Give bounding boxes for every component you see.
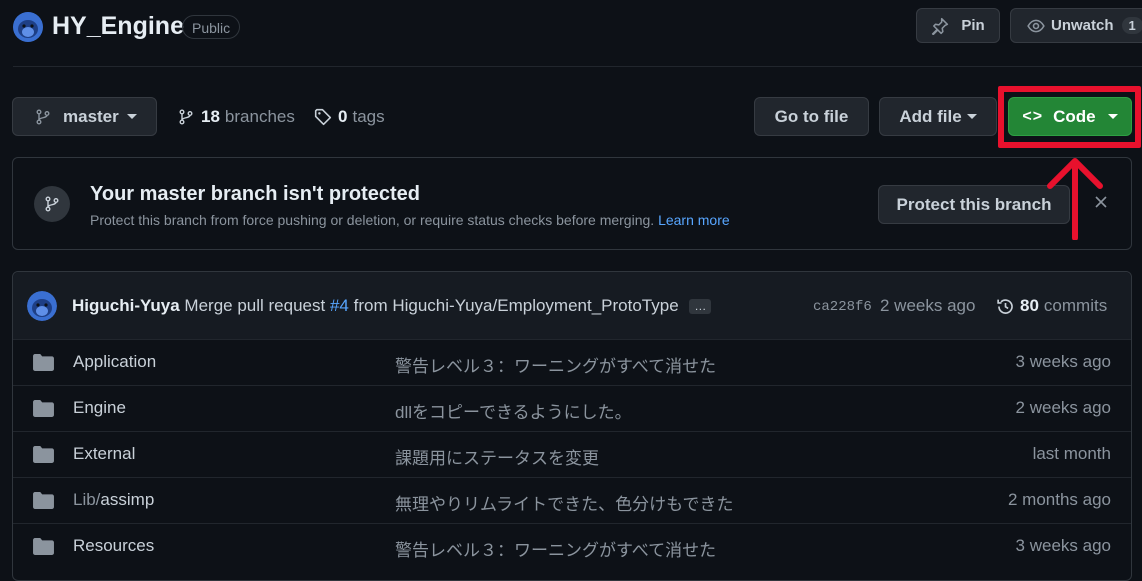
unwatch-label: Unwatch <box>1051 17 1114 34</box>
folder-icon <box>33 446 54 463</box>
go-to-file-button[interactable]: Go to file <box>754 97 869 136</box>
branch-name: master <box>63 106 119 126</box>
visibility-badge: Public <box>182 15 241 39</box>
file-name-link[interactable]: Application <box>73 352 156 372</box>
branch-protection-icon <box>34 186 70 222</box>
file-row[interactable]: Resources 警告レベル３：ワーニングがすべて消せた 3 weeks ag… <box>13 523 1131 569</box>
file-name-link[interactable]: Resources <box>73 536 154 556</box>
history-icon <box>997 298 1013 314</box>
repo-name[interactable]: HY_Engine <box>52 12 184 41</box>
commits-history-link[interactable]: 80 commits <box>996 296 1107 316</box>
file-commit-message[interactable]: 警告レベル３：ワーニングがすべて消せた <box>395 352 716 377</box>
branches-link[interactable]: 18 branches <box>178 107 295 127</box>
folder-icon <box>33 538 54 555</box>
tags-count: 0 <box>338 107 348 126</box>
add-file-button[interactable]: Add file <box>879 97 997 136</box>
file-path-prefix: Lib/ <box>73 490 101 509</box>
watch-count-badge: 1 <box>1121 17 1142 34</box>
folder-icon <box>33 492 54 509</box>
file-commit-age: 2 months ago <box>1007 490 1111 509</box>
commit-message-prefix[interactable]: Merge pull request <box>184 296 325 315</box>
pull-request-link[interactable]: #4 <box>330 296 349 315</box>
git-branch-icon <box>179 109 193 125</box>
banner-description: Protect this branch from force pushing o… <box>90 212 730 228</box>
banner-title: Your master branch isn't protected <box>90 183 421 205</box>
file-commit-age: 3 weeks ago <box>1015 536 1111 555</box>
repo-avatar[interactable] <box>13 12 43 42</box>
expand-commit-message-button[interactable]: … <box>689 299 712 315</box>
file-row[interactable]: Lib/assimp 無理やりリムライトできた、色分けもできた 2 months… <box>13 477 1131 523</box>
file-commit-message[interactable]: 無理やりリムライトできた、色分けもできた <box>395 490 733 515</box>
commit-author-link[interactable]: Higuchi-Yuya <box>72 296 180 315</box>
file-name-link[interactable]: Engine <box>73 398 126 418</box>
unwatch-button[interactable]: Unwatch 1 <box>1010 8 1142 43</box>
commit-sha-link[interactable]: ca228f6 <box>813 299 872 315</box>
file-row[interactable]: Engine dllをコピーできるようにした。 2 weeks ago <box>13 385 1131 431</box>
branches-label: branches <box>224 107 295 126</box>
file-commit-message[interactable]: 課題用にステータスを変更 <box>395 444 599 469</box>
gorilla-avatar-icon <box>27 291 57 321</box>
branch-select-button[interactable]: master <box>12 97 157 136</box>
file-path-leaf: assimp <box>100 490 155 509</box>
branches-count: 18 <box>201 107 220 126</box>
tags-label: tags <box>352 107 385 126</box>
add-file-label: Add file <box>899 106 962 126</box>
commit-message-line: Higuchi-Yuya Merge pull request #4 from … <box>72 296 712 316</box>
folder-icon <box>33 354 54 371</box>
eye-icon <box>1027 19 1045 32</box>
gorilla-avatar-icon <box>13 12 43 42</box>
tags-link[interactable]: 0 tags <box>314 107 385 127</box>
commits-count: 80 <box>1020 296 1039 315</box>
file-commit-age: 3 weeks ago <box>1015 352 1111 371</box>
folder-icon <box>33 400 54 417</box>
header-divider <box>13 66 1142 67</box>
commit-time[interactable]: 2 weeks ago <box>880 296 975 316</box>
protect-this-branch-button[interactable]: Protect this branch <box>878 185 1070 224</box>
annotation-arrow-icon <box>1047 158 1103 240</box>
chevron-down-icon <box>126 114 137 119</box>
commit-message-suffix[interactable]: from Higuchi-Yuya/Employment_ProtoType <box>354 296 679 315</box>
banner-description-text: Protect this branch from force pushing o… <box>90 212 655 228</box>
chevron-down-icon <box>966 114 977 119</box>
git-branch-icon <box>36 109 50 124</box>
file-name-link[interactable]: Lib/assimp <box>73 490 154 510</box>
file-name-link[interactable]: External <box>73 444 135 464</box>
pin-icon <box>932 17 949 35</box>
pin-label: Pin <box>961 17 985 34</box>
commits-label: commits <box>1043 296 1108 315</box>
learn-more-link[interactable]: Learn more <box>658 212 730 228</box>
file-commit-message[interactable]: 警告レベル３：ワーニングがすべて消せた <box>395 536 716 561</box>
pin-button[interactable]: Pin <box>916 8 1000 43</box>
commit-author-avatar[interactable] <box>27 291 57 321</box>
file-commit-age: last month <box>1032 444 1111 463</box>
file-commit-age: 2 weeks ago <box>1015 398 1111 417</box>
git-branch-icon <box>45 196 59 212</box>
file-commit-message[interactable]: dllをコピーできるようにした。 <box>395 398 632 423</box>
tag-icon <box>314 108 332 126</box>
annotation-highlight-box <box>998 86 1141 148</box>
file-row[interactable]: External 課題用にステータスを変更 last month <box>13 431 1131 477</box>
file-row[interactable]: Application 警告レベル３：ワーニングがすべて消せた 3 weeks … <box>13 339 1131 385</box>
